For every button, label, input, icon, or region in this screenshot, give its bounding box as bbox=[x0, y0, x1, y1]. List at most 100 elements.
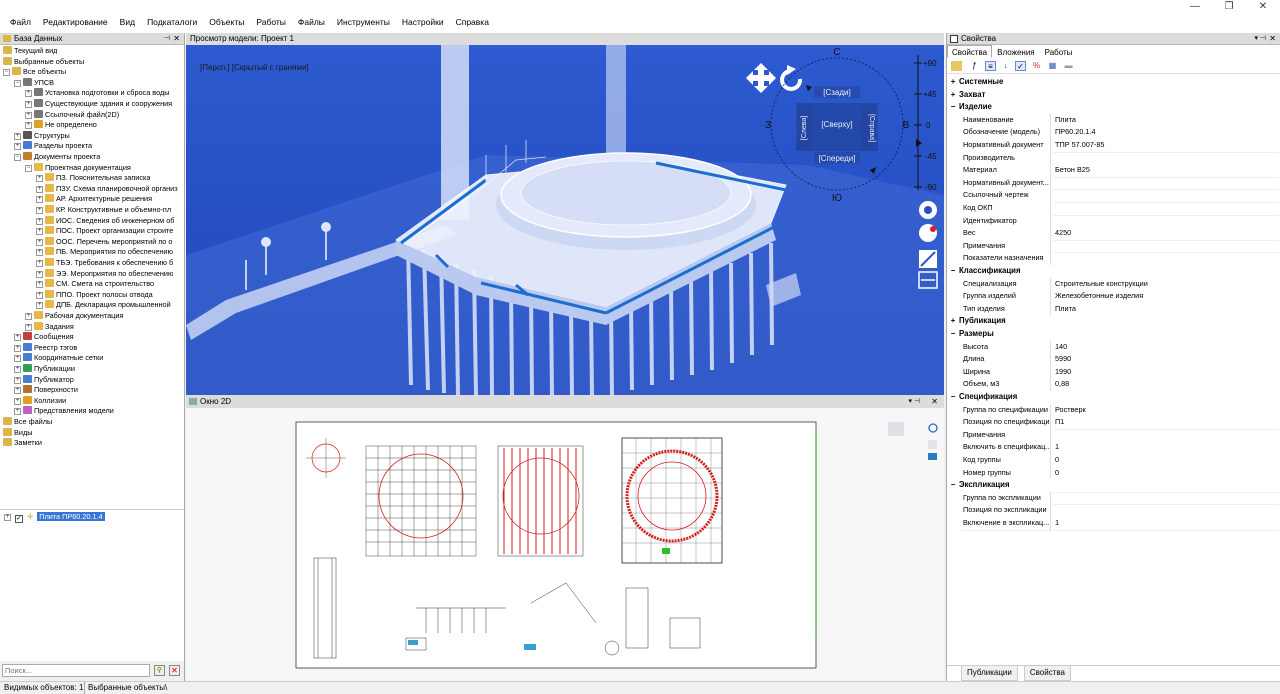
tree-item[interactable]: + Ссылочный файл(2D) bbox=[25, 109, 119, 121]
tree-item[interactable]: − УПСВ bbox=[14, 77, 54, 89]
collapse-icon[interactable]: − bbox=[3, 69, 10, 77]
pin-icon[interactable]: ⊣ bbox=[164, 33, 170, 45]
property-value[interactable]: Плита bbox=[1053, 302, 1279, 317]
collapse-icon[interactable]: − bbox=[949, 328, 957, 341]
maximize-button[interactable]: ❐ bbox=[1212, 0, 1246, 16]
property-value[interactable]: 1 bbox=[1053, 517, 1279, 531]
property-value[interactable]: Бетон В25 bbox=[1053, 164, 1279, 178]
property-value[interactable] bbox=[1053, 189, 1279, 191]
property-category[interactable]: + Публикация bbox=[949, 315, 1279, 328]
tree-item[interactable]: + Задания bbox=[25, 321, 74, 333]
tree-item[interactable]: + ИОС. Сведения об инженерном об bbox=[36, 215, 174, 227]
menu-item[interactable]: Файл bbox=[4, 16, 37, 28]
property-row[interactable]: Код группы 0 bbox=[949, 454, 1279, 468]
expand-icon[interactable]: + bbox=[36, 291, 43, 299]
property-value[interactable]: Ростверк bbox=[1053, 403, 1279, 418]
expand-icon[interactable]: + bbox=[25, 122, 32, 130]
property-row[interactable]: Объем, м3 0,88 bbox=[949, 378, 1279, 392]
tab-properties-bottom[interactable]: Свойства bbox=[1023, 666, 1071, 681]
expand-icon[interactable]: + bbox=[14, 366, 21, 373]
property-value[interactable]: 1990 bbox=[1053, 365, 1279, 380]
layers-icon[interactable] bbox=[928, 453, 937, 460]
property-row[interactable]: Позиция по экспликации bbox=[949, 504, 1279, 518]
property-value[interactable] bbox=[1053, 252, 1279, 254]
expand-icon[interactable]: + bbox=[14, 344, 21, 352]
collapse-icon[interactable]: − bbox=[949, 265, 957, 278]
expand-icon[interactable]: + bbox=[36, 238, 43, 246]
property-row[interactable]: Ссылочный чертеж bbox=[949, 189, 1279, 203]
view-2d[interactable]: Окно 2D ▾ ⊣ ✕ bbox=[186, 395, 944, 681]
property-category[interactable]: − Экспликация bbox=[949, 479, 1279, 492]
property-row[interactable]: Производитель bbox=[949, 151, 1279, 166]
tree-item[interactable]: − Все объекты bbox=[3, 67, 66, 78]
property-category[interactable]: + Системные bbox=[949, 76, 1279, 89]
expand-icon[interactable]: + bbox=[36, 260, 43, 267]
menu-item[interactable]: Файлы bbox=[292, 16, 331, 28]
property-value[interactable] bbox=[1053, 202, 1279, 203]
expand-icon[interactable]: + bbox=[36, 185, 43, 193]
tree-item[interactable]: Заметки bbox=[3, 438, 42, 449]
property-value[interactable] bbox=[1053, 151, 1279, 153]
property-row[interactable]: Группа по спецификации Ростверк bbox=[949, 403, 1279, 418]
property-row[interactable]: Группа изделий Железобетонные изделия bbox=[949, 290, 1279, 304]
link-icon[interactable]: ▬ bbox=[1063, 61, 1074, 71]
menu-item[interactable]: Настройки bbox=[396, 16, 450, 28]
tree-item[interactable]: + Существующие здания и сооружения bbox=[25, 99, 172, 110]
property-value[interactable]: 0,88 bbox=[1053, 378, 1279, 392]
menu-item[interactable]: Объекты bbox=[203, 16, 250, 28]
view-mode-label[interactable]: [Персп.] [Скрытый с гранями] bbox=[200, 63, 309, 72]
property-row[interactable]: Номер группы 0 bbox=[949, 466, 1279, 481]
property-row[interactable]: Включение в экспликац... 1 bbox=[949, 517, 1279, 531]
tree-item[interactable]: + ПЗУ. Схема планировочной организ bbox=[36, 183, 178, 195]
menu-item[interactable]: Редактирование bbox=[37, 16, 114, 28]
location-pin-icon[interactable] bbox=[919, 201, 937, 219]
menu-item[interactable]: Вид bbox=[114, 16, 141, 28]
property-row[interactable]: Специализация Строительные конструкции bbox=[949, 277, 1279, 292]
tree-item[interactable]: Текущий вид bbox=[3, 46, 57, 57]
tree-item[interactable]: + КР. Конструктивные и объемно-пл bbox=[36, 205, 171, 216]
menu-item[interactable]: Работы bbox=[250, 16, 292, 28]
collapse-icon[interactable]: − bbox=[25, 164, 32, 172]
tree-item[interactable]: + Не определено bbox=[25, 120, 97, 131]
property-value[interactable]: 1 bbox=[1053, 441, 1279, 455]
property-row[interactable]: Группа по экспликации bbox=[949, 491, 1279, 506]
cube-left[interactable]: [Слева] bbox=[801, 116, 808, 141]
property-value[interactable] bbox=[1053, 214, 1279, 216]
sort-az-icon[interactable]: ↓ bbox=[1000, 61, 1011, 71]
model-canvas[interactable]: [Персп.] [Скрытый с гранями] С Ю В З [Сз… bbox=[186, 45, 944, 395]
expand-icon[interactable]: + bbox=[25, 101, 32, 108]
search-apply-icon[interactable]: ⚲ bbox=[154, 665, 165, 676]
property-category[interactable]: + Захват bbox=[949, 88, 1279, 102]
close-icon[interactable]: ✕ bbox=[1269, 33, 1276, 45]
tree-item[interactable]: + ПОС. Проект организации строите bbox=[36, 226, 173, 237]
expand-icon[interactable]: + bbox=[36, 281, 43, 289]
close-icon[interactable]: ✕ bbox=[931, 395, 938, 408]
tree-item[interactable]: + ППО. Проект полосы отвода bbox=[36, 289, 153, 301]
tab-attachments[interactable]: Вложения bbox=[992, 45, 1039, 58]
collapse-icon[interactable]: − bbox=[14, 79, 21, 87]
plane-icon[interactable] bbox=[919, 250, 937, 268]
filter-icon[interactable]: ƒ bbox=[969, 61, 980, 71]
cube-front[interactable]: [Спереди] bbox=[819, 154, 856, 163]
expand-icon[interactable]: + bbox=[36, 175, 43, 183]
tab-publications[interactable]: Публикации bbox=[961, 666, 1018, 681]
property-value[interactable] bbox=[1053, 176, 1279, 178]
checkbox-icon[interactable]: ✓ bbox=[15, 515, 24, 523]
property-value[interactable]: Строительные конструкции bbox=[1053, 277, 1279, 292]
group-icon[interactable]: ≡ bbox=[985, 61, 996, 71]
edit-icon[interactable] bbox=[951, 61, 962, 71]
property-row[interactable]: Показатели назначения bbox=[949, 252, 1279, 266]
sphere-icon[interactable] bbox=[919, 224, 937, 242]
tree-item[interactable]: − Документы проекта bbox=[14, 152, 100, 163]
menu-item[interactable]: Инструменты bbox=[331, 16, 396, 28]
search-clear-icon[interactable]: ✕ bbox=[169, 665, 180, 676]
expand-icon[interactable]: + bbox=[949, 315, 957, 328]
property-category[interactable]: − Размеры bbox=[949, 328, 1279, 341]
percent-icon[interactable]: % bbox=[1031, 61, 1042, 71]
property-category[interactable]: − Спецификация bbox=[949, 391, 1279, 404]
tree-item[interactable]: Все файлы bbox=[3, 417, 52, 428]
expand-icon[interactable]: + bbox=[36, 249, 43, 257]
tree-item[interactable]: Выбранные объекты bbox=[3, 56, 84, 68]
menu-item[interactable]: Справка bbox=[450, 16, 495, 28]
tree-item[interactable]: + Рабочая документация bbox=[25, 311, 123, 322]
